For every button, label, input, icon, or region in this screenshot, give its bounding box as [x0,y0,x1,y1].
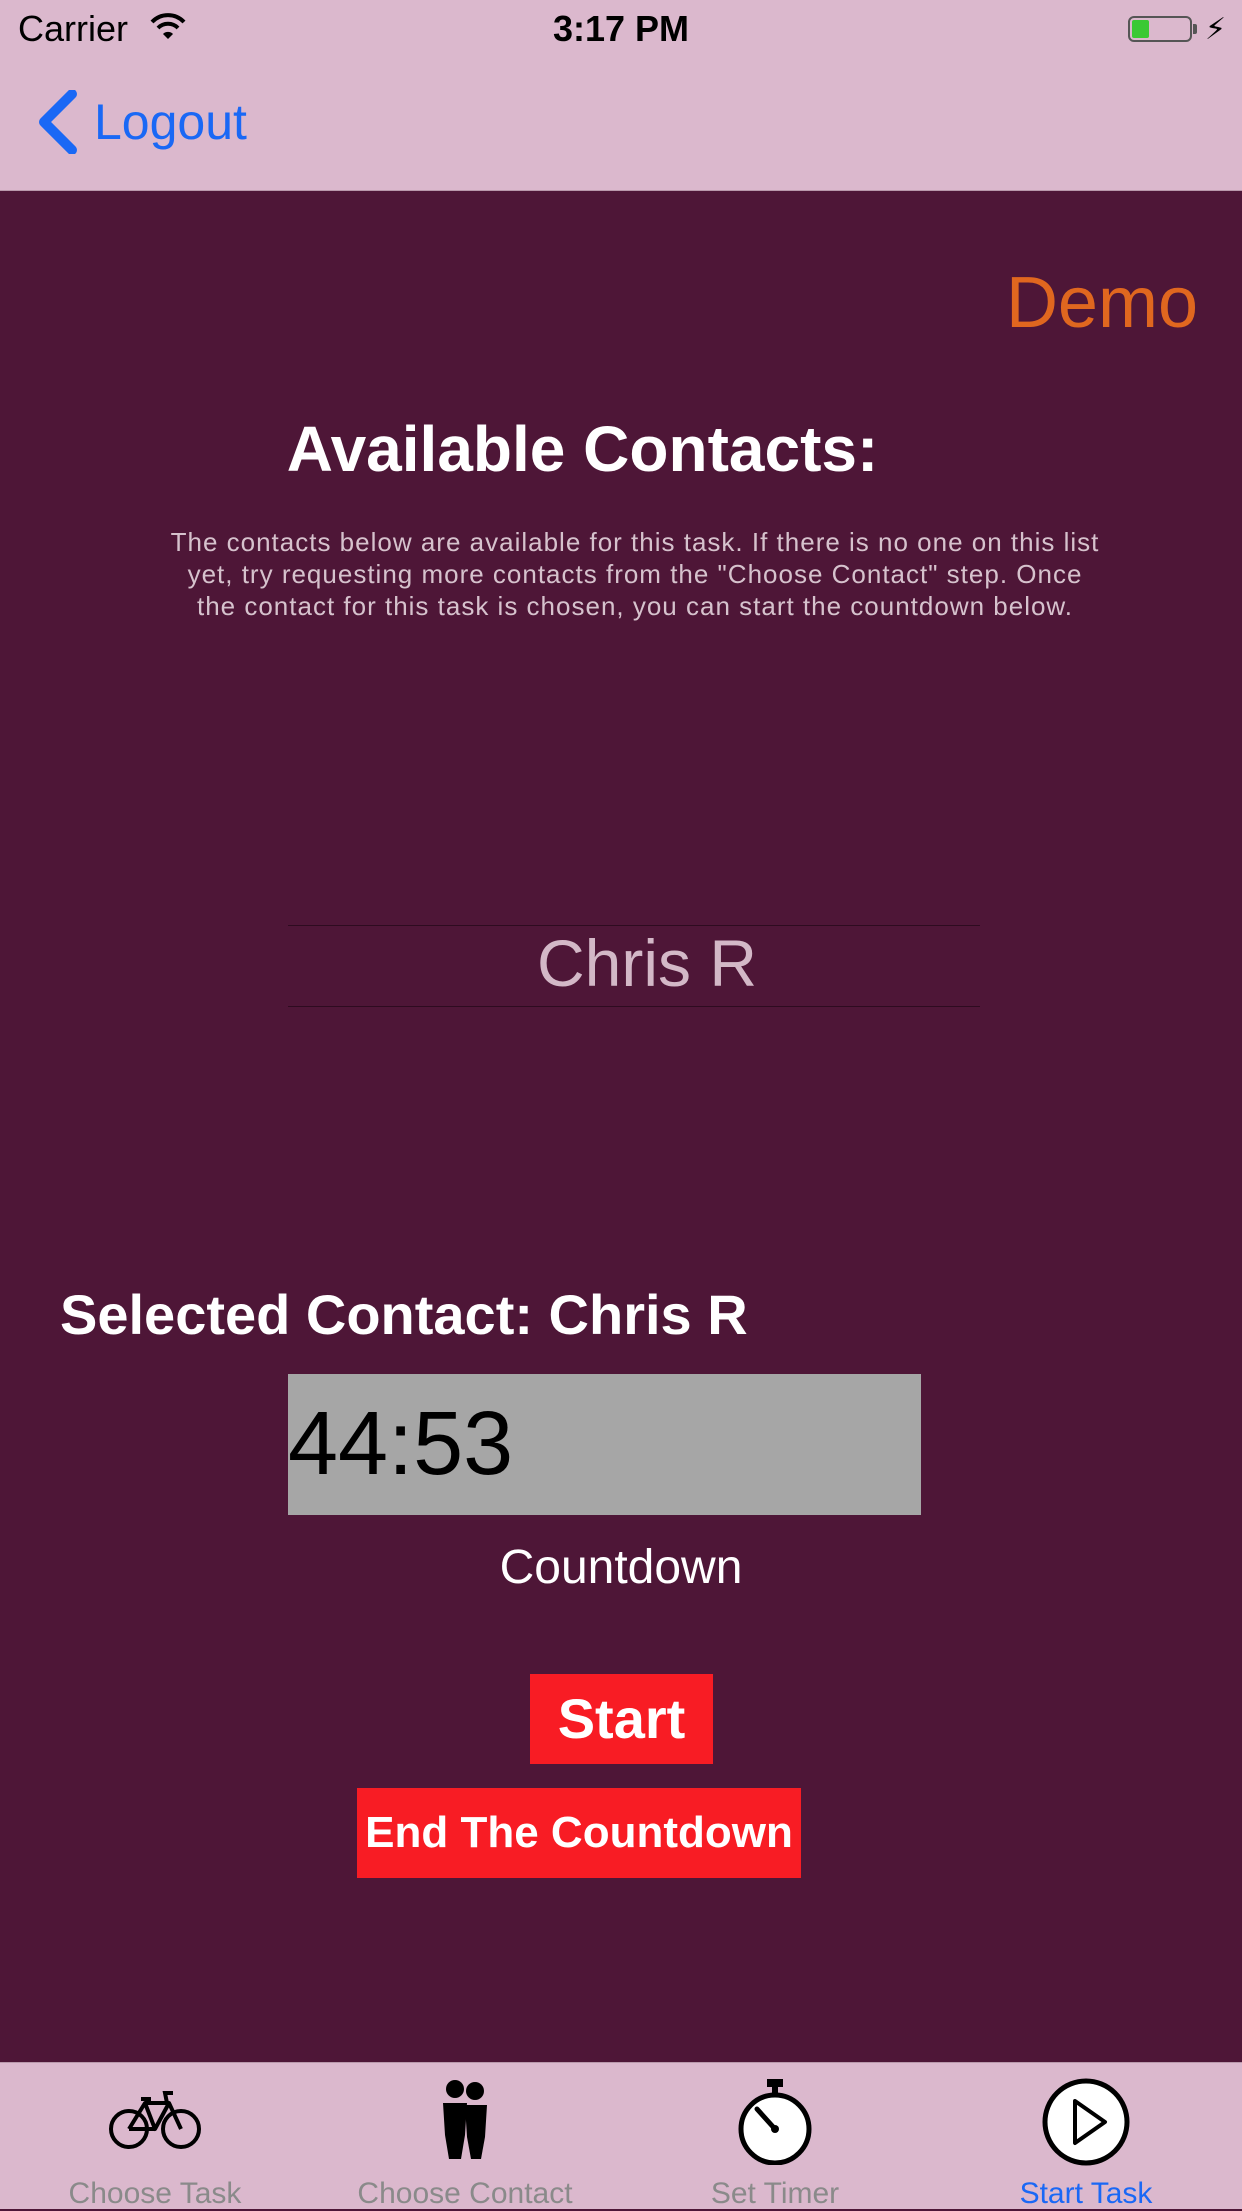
end-countdown-button[interactable]: End The Countdown [357,1788,801,1878]
tab-label: Choose Task [68,2177,242,2210]
page-title: Available Contacts: [286,413,879,485]
countdown-label: Countdown [499,1541,743,1594]
countdown-timer-display: 44:53 [288,1374,921,1515]
tab-choose-task[interactable]: Choose Task [0,2063,310,2210]
selected-contact-label: Selected Contact: Chris R [60,1283,748,1346]
tab-label: Choose Contact [357,2177,573,2210]
battery-icon [1128,16,1192,42]
bicycle-icon [0,2077,310,2167]
tab-choose-contact[interactable]: Choose Contact [310,2063,620,2210]
play-icon [930,2077,1242,2167]
tab-set-timer[interactable]: Set Timer [620,2063,930,2210]
status-time: 3:17 PM [552,8,690,49]
logout-label: Logout [94,94,247,150]
tab-start-task[interactable]: Start Task [930,2063,1242,2210]
start-button[interactable]: Start [530,1674,713,1764]
logout-back-button[interactable]: Logout [32,90,247,154]
tab-bar: Choose Task Choose Contact Set Timer Sta… [0,2062,1242,2210]
stopwatch-icon [620,2077,930,2167]
tab-label: Start Task [1019,2177,1153,2210]
people-icon [310,2077,620,2167]
contact-picker-row[interactable]: Chris R [288,925,1006,1001]
battery-tip [1193,24,1197,34]
tab-label: Set Timer [710,2177,840,2210]
demo-label: Demo [1005,263,1198,343]
charging-bolt-icon: ⚡ [1205,13,1227,46]
chevron-left-icon [39,90,77,154]
picker-bottom-divider [288,1006,980,1007]
contacts-description: The contacts below are available for thi… [170,527,1100,621]
status-bar: Carrier 3:17 PM ⚡ [0,0,1242,60]
navigation-bar: Logout [0,60,1242,191]
